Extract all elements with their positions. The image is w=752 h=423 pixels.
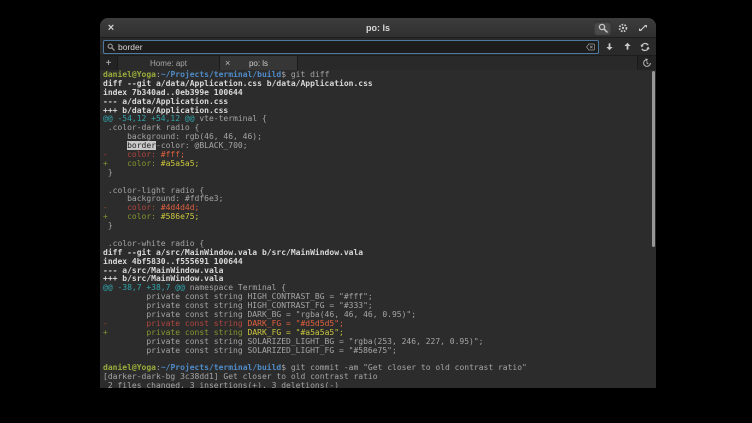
window-close-button[interactable]: × xyxy=(100,18,122,37)
wrap-around-button[interactable] xyxy=(637,39,653,54)
history-clock-icon xyxy=(642,58,652,68)
search-field[interactable] xyxy=(103,40,599,54)
tab-home-apt[interactable]: Home: apt xyxy=(118,56,220,70)
tab-po-ls[interactable]: × po: ls xyxy=(220,56,298,70)
search-toggle-button[interactable] xyxy=(594,21,611,35)
tab-label: Home: apt xyxy=(150,59,187,68)
tab-bar-empty-space xyxy=(298,56,638,70)
find-next-button[interactable] xyxy=(601,39,617,54)
clear-backspace-icon[interactable] xyxy=(586,43,595,51)
gear-icon xyxy=(618,23,628,33)
scrollback-history-button[interactable] xyxy=(638,56,656,70)
scrollbar-thumb[interactable] xyxy=(652,71,655,247)
arrow-up-icon xyxy=(623,42,632,51)
search-input[interactable] xyxy=(118,41,583,52)
terminal-output[interactable]: daniel@Yoga:~/Projects/terminal/build$ g… xyxy=(100,70,656,388)
terminal-line: 2 files changed, 3 insertions(+), 3 dele… xyxy=(103,382,656,388)
plus-icon: + xyxy=(106,58,112,69)
tab-label: po: ls xyxy=(249,59,268,68)
terminal-line: } xyxy=(103,169,656,178)
titlebar[interactable]: × po: ls xyxy=(100,18,656,38)
expand-diagonal-icon xyxy=(638,23,648,33)
wrap-around-icon xyxy=(640,42,650,52)
settings-button[interactable] xyxy=(614,21,631,35)
tab-bar: + Home: apt × po: ls xyxy=(100,56,656,70)
window-title: po: ls xyxy=(100,23,656,33)
new-tab-button[interactable]: + xyxy=(100,56,118,70)
terminal-line: border-color: @BLACK_700; xyxy=(103,142,656,151)
terminal-window: × po: ls xyxy=(100,18,656,388)
titlebar-actions xyxy=(594,21,656,35)
find-previous-button[interactable] xyxy=(619,39,635,54)
close-icon: × xyxy=(108,22,114,34)
search-icon xyxy=(598,23,608,33)
terminal-line: + color: #586e75; xyxy=(103,213,656,222)
arrow-down-icon xyxy=(605,42,614,51)
tab-close-button[interactable]: × xyxy=(225,56,230,70)
search-icon xyxy=(107,43,115,51)
search-bar xyxy=(100,38,656,56)
terminal-line: } xyxy=(103,222,656,231)
terminal-line: + color: #a5a5a5; xyxy=(103,160,656,169)
terminal-line: private const string SOLARIZED_LIGHT_FG … xyxy=(103,347,656,356)
close-icon: × xyxy=(225,58,230,68)
maximize-button[interactable] xyxy=(634,21,651,35)
